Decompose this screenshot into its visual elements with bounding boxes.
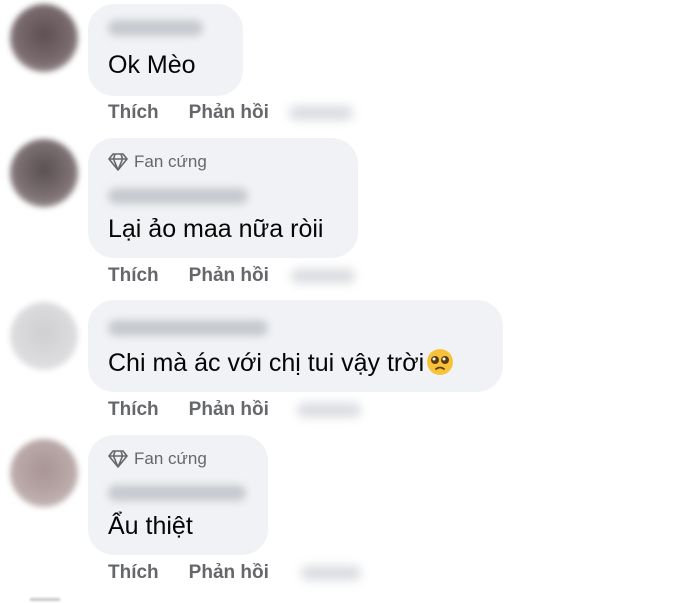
comment-text: Ẩu thiệt bbox=[108, 512, 193, 540]
comment-text: Chi mà ác với chị tui vậy trời bbox=[108, 348, 454, 378]
reply-button[interactable]: Phản hồi bbox=[189, 265, 269, 287]
author-name-blurred[interactable] bbox=[108, 320, 268, 336]
like-button[interactable]: Thích bbox=[108, 265, 159, 287]
reply-button[interactable]: Phản hồi bbox=[189, 399, 269, 421]
avatar[interactable] bbox=[10, 439, 78, 507]
fan-badge: Fan cứng bbox=[108, 152, 207, 172]
comment-text-content: Chi mà ác với chị tui vậy trời bbox=[108, 349, 425, 377]
author-name-blurred[interactable] bbox=[108, 188, 248, 204]
timestamp-blurred[interactable] bbox=[300, 566, 361, 580]
comment-text: Lại ảo maa nữa ròii bbox=[108, 215, 324, 243]
timestamp-blurred[interactable] bbox=[296, 403, 361, 417]
diamond-icon bbox=[108, 450, 128, 468]
avatar[interactable] bbox=[10, 302, 78, 370]
diamond-icon bbox=[108, 153, 128, 171]
comment-actions: Thích Phản hồi bbox=[108, 102, 353, 124]
avatar[interactable] bbox=[10, 139, 78, 207]
like-button[interactable]: Thích bbox=[108, 562, 159, 584]
author-name-blurred[interactable] bbox=[108, 20, 203, 36]
badge-label: Fan cứng bbox=[134, 152, 207, 171]
badge-label: Fan cứng bbox=[134, 449, 207, 468]
comment-text: Ok Mèo bbox=[108, 51, 196, 79]
comment-actions: Thích Phản hồi bbox=[108, 562, 361, 584]
reply-button[interactable]: Phản hồi bbox=[189, 102, 269, 124]
author-name-blurred[interactable] bbox=[108, 485, 246, 501]
comment-bubble: Fan cứng Lại ảo maa nữa ròii bbox=[88, 138, 358, 258]
comment-bubble: Chi mà ác với chị tui vậy trời bbox=[88, 300, 503, 392]
like-button[interactable]: Thích bbox=[108, 399, 159, 421]
timestamp-blurred[interactable] bbox=[290, 269, 355, 283]
comment-actions: Thích Phản hồi bbox=[108, 265, 355, 287]
next-comment-edge bbox=[30, 598, 60, 601]
avatar[interactable] bbox=[10, 4, 78, 72]
reply-button[interactable]: Phản hồi bbox=[189, 562, 269, 584]
timestamp-blurred[interactable] bbox=[288, 106, 353, 120]
comment-bubble: Ok Mèo bbox=[88, 4, 243, 96]
fan-badge: Fan cứng bbox=[108, 449, 207, 469]
pleading-face-emoji bbox=[427, 349, 454, 375]
comment-bubble: Fan cứng Ẩu thiệt bbox=[88, 435, 268, 555]
like-button[interactable]: Thích bbox=[108, 102, 159, 124]
comment-actions: Thích Phản hồi bbox=[108, 399, 361, 421]
